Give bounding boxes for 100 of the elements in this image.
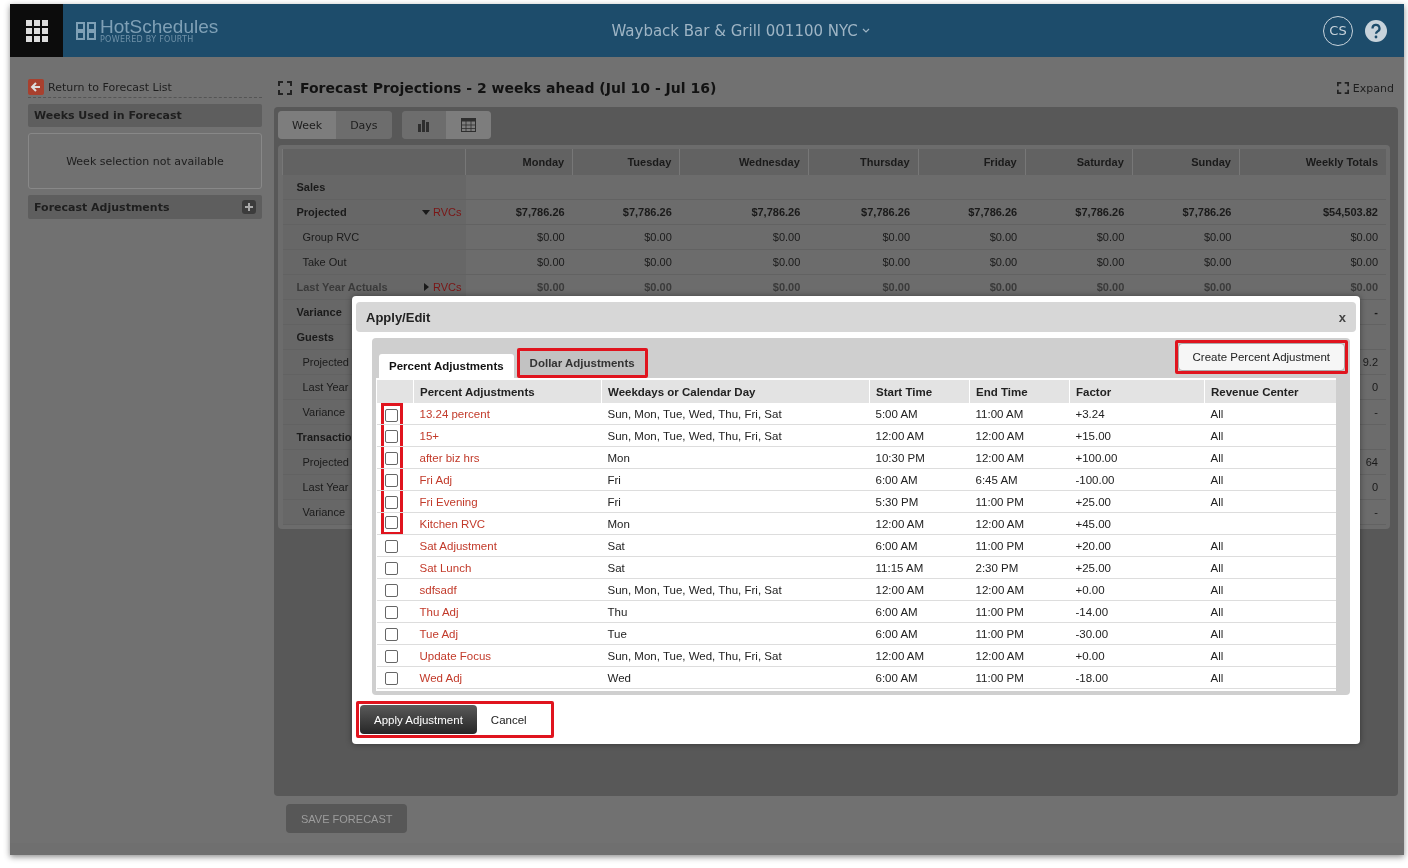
- row-checkbox[interactable]: [385, 649, 398, 663]
- caret-right-icon: [421, 283, 430, 291]
- row-label: Variance: [302, 506, 346, 518]
- create-adjustment-button[interactable]: Create Percent Adjustment: [1177, 343, 1345, 371]
- row-checkbox[interactable]: [385, 605, 398, 619]
- table-cell: 11:00 PM: [969, 534, 1070, 557]
- table-cell: Sun, Mon, Tue, Wed, Thu, Fri, Sat: [601, 403, 870, 425]
- table-cell: -14.00: [1069, 600, 1205, 623]
- column-header: End Time: [969, 380, 1070, 403]
- column-header: Saturday: [1025, 149, 1133, 175]
- logo-icon: [75, 20, 97, 41]
- table-cell: All: [1204, 403, 1336, 425]
- table-cell: 12:00 AM: [969, 424, 1070, 447]
- table-cell: Sat: [601, 556, 870, 579]
- table-cell: 12:00 AM: [869, 578, 970, 601]
- expand-icon: [278, 81, 292, 95]
- table-view-tab[interactable]: [445, 111, 491, 139]
- apps-button[interactable]: [10, 4, 63, 57]
- adjustment-link[interactable]: Update Focus: [413, 644, 602, 667]
- table-cell: 12:00 AM: [869, 512, 970, 535]
- table-cell: All: [1204, 644, 1336, 667]
- table-cell: 11:00 PM: [969, 600, 1070, 623]
- table-cell: $7,786.26: [679, 199, 809, 225]
- row-checkbox[interactable]: [385, 516, 398, 529]
- row-checkbox[interactable]: [385, 429, 398, 443]
- plus-icon[interactable]: [242, 200, 256, 214]
- row-checkbox[interactable]: [385, 451, 398, 465]
- adjustment-link[interactable]: Kitchen RVC: [413, 512, 602, 535]
- dialog-title: Apply/Edit: [366, 309, 431, 325]
- table-cell: +3.24: [1069, 403, 1205, 425]
- table-cell: $0.00: [1239, 224, 1386, 250]
- grid-icon: [25, 19, 48, 42]
- table-cell: 12:00 AM: [969, 446, 1070, 469]
- table-cell: All: [1204, 490, 1336, 513]
- row-label: Transactio: [296, 431, 352, 443]
- table-cell: 6:00 AM: [869, 666, 970, 689]
- row-checkbox[interactable]: [385, 627, 398, 641]
- adjustment-link[interactable]: Sat Lunch: [413, 556, 602, 579]
- column-header: Tuesday: [572, 149, 680, 175]
- adjustment-link[interactable]: Fri Adj: [413, 468, 602, 491]
- adjustment-link[interactable]: Thu Adj: [413, 600, 602, 623]
- table-cell: $0.00: [679, 249, 809, 275]
- table-cell: +15.00: [1069, 424, 1205, 447]
- table-cell: 6:00 AM: [869, 600, 970, 623]
- adjustment-link[interactable]: Fri Evening: [413, 490, 602, 513]
- adjustment-link[interactable]: Wed Adj: [413, 666, 602, 689]
- adjustment-link[interactable]: sdfsadf: [413, 578, 602, 601]
- back-arrow-icon: [28, 79, 44, 95]
- table-cell: 6:00 AM: [869, 468, 970, 491]
- row-checkbox[interactable]: [385, 409, 398, 422]
- table-cell: $0.00: [679, 224, 809, 250]
- row-label: Projected: [296, 206, 347, 218]
- cancel-button[interactable]: Cancel: [480, 713, 537, 726]
- row-label: Last Year: [302, 481, 349, 493]
- row-checkbox[interactable]: [385, 583, 398, 597]
- row-label: Projected: [302, 456, 349, 468]
- adjustment-link[interactable]: after biz hrs: [413, 446, 602, 469]
- row-label: Projected: [302, 356, 349, 368]
- row-checkbox[interactable]: [385, 561, 398, 575]
- table-cell: Wed: [601, 666, 870, 689]
- table-cell: 6:00 AM: [869, 622, 970, 645]
- table-cell: $0.00: [808, 224, 919, 250]
- row-checkbox[interactable]: [385, 539, 398, 553]
- row-checkbox[interactable]: [385, 671, 398, 685]
- location-selector[interactable]: Wayback Bar & Grill 001100 NYC: [218, 21, 1263, 40]
- table-cell: $7,786.26: [465, 199, 573, 225]
- table-cell: $0.00: [918, 224, 1026, 250]
- table-cell: Thu: [601, 600, 870, 623]
- help-icon[interactable]: [1365, 19, 1387, 42]
- table-cell: $7,786.26: [572, 199, 680, 225]
- adjustment-link[interactable]: 13.24 percent: [413, 403, 602, 425]
- adjustment-tab[interactable]: Percent Adjustments: [379, 354, 514, 378]
- table-cell: All: [1204, 600, 1336, 623]
- adjustment-link[interactable]: 15+: [413, 424, 602, 447]
- table-cell: $7,786.26: [1132, 199, 1240, 225]
- return-link[interactable]: Return to Forecast List: [28, 69, 262, 98]
- row-checkbox[interactable]: [385, 473, 398, 487]
- table-cell: 11:00 PM: [969, 666, 1070, 689]
- view-tab[interactable]: Week: [278, 111, 337, 139]
- table-cell: $54,503.82: [1239, 199, 1386, 225]
- row-label: Take Out: [302, 256, 347, 268]
- table-cell: Sat: [601, 534, 870, 557]
- adjustment-tab[interactable]: Dollar Adjustments: [519, 351, 645, 375]
- table-cell: All: [1204, 622, 1336, 645]
- table-cell: Sun, Mon, Tue, Wed, Thu, Fri, Sat: [601, 424, 870, 447]
- table-cell: +25.00: [1069, 556, 1205, 579]
- close-button[interactable]: x: [1338, 309, 1346, 325]
- chevron-down-icon: [861, 27, 870, 34]
- column-header: Wednesday: [679, 149, 809, 175]
- apply-adjustment-button[interactable]: Apply Adjustment: [360, 705, 477, 734]
- table-cell: 2:30 PM: [969, 556, 1070, 579]
- expand-link[interactable]: Expand: [1336, 81, 1398, 95]
- column-header: Sunday: [1132, 149, 1240, 175]
- column-header: Factor: [1069, 380, 1205, 403]
- table-cell: 12:00 AM: [969, 578, 1070, 601]
- adjustment-link[interactable]: Sat Adjustment: [413, 534, 602, 557]
- adjustment-link[interactable]: Tue Adj: [413, 622, 602, 645]
- table-cell: All: [1204, 446, 1336, 469]
- message-panel: Week selection not available: [28, 133, 262, 189]
- row-checkbox[interactable]: [385, 495, 398, 509]
